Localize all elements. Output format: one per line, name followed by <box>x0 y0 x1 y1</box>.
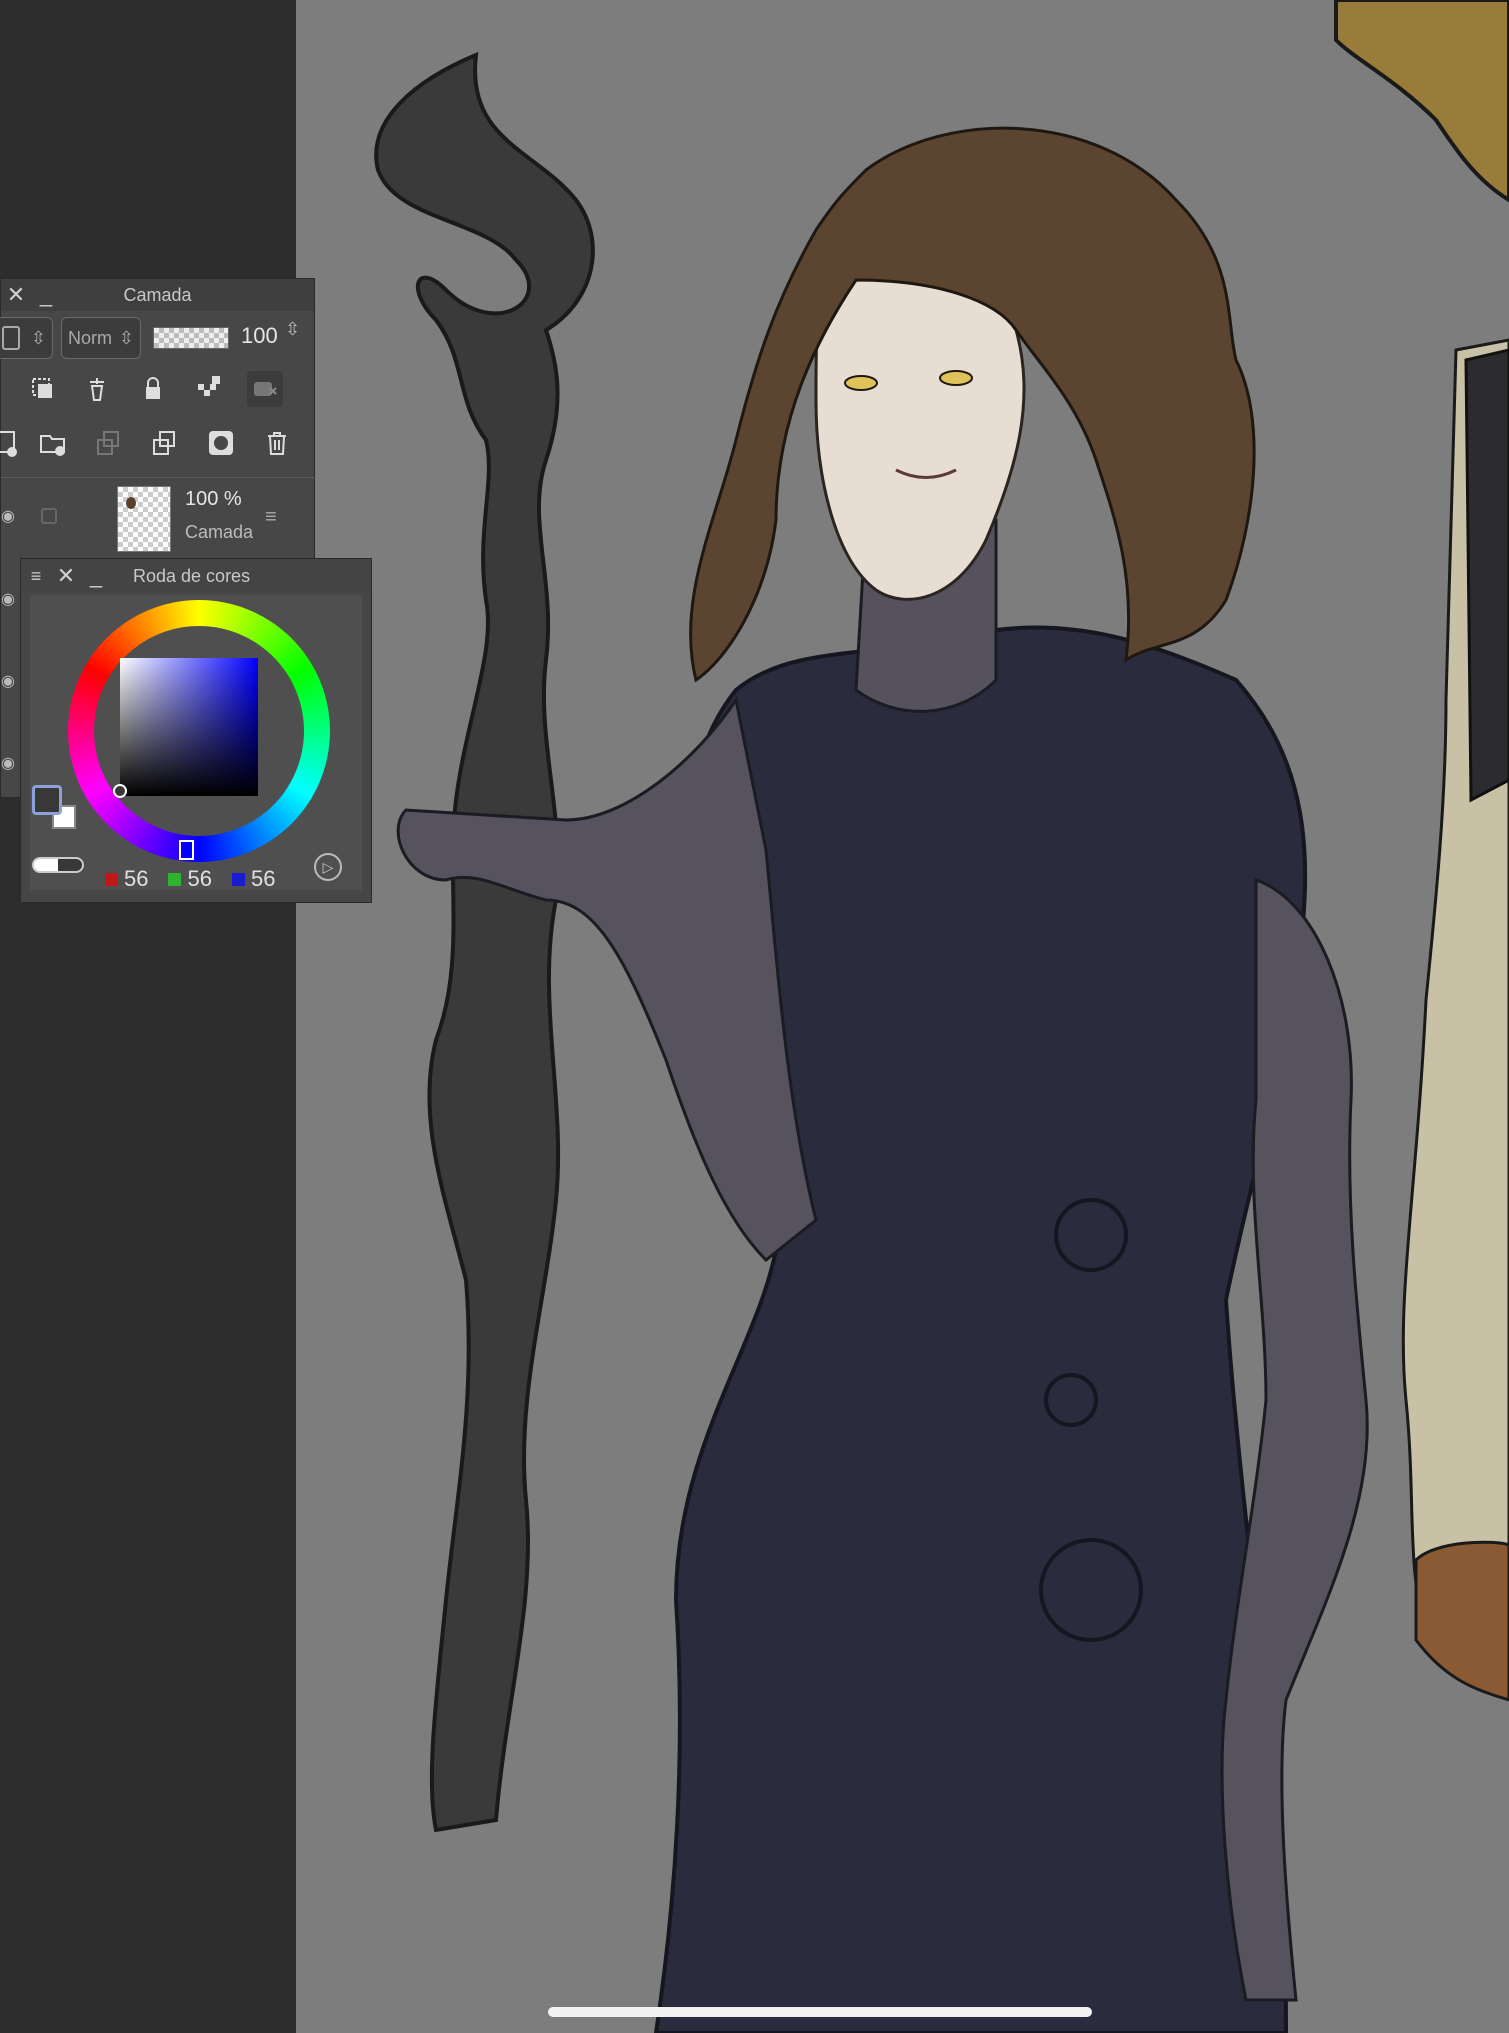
artwork <box>374 0 1509 2033</box>
drawing-canvas[interactable] <box>296 0 1509 2033</box>
merge-down-icon[interactable] <box>91 425 127 461</box>
layer-list-item[interactable]: ◉ 100 % Camada ≡ <box>1 477 316 558</box>
home-indicator[interactable] <box>548 2007 1092 2017</box>
layer-menu-icon[interactable]: ≡ <box>265 506 277 529</box>
play-arrow-icon[interactable]: ▷ <box>314 853 342 881</box>
new-layer-icon[interactable] <box>0 425 23 461</box>
stepper-arrows-icon[interactable]: ⇳ <box>119 328 134 349</box>
color-wheel-panel: ≡ ✕ _ Roda de cores 56 56 56 ▷ <box>20 558 372 903</box>
main-color-swatch[interactable] <box>32 785 62 815</box>
blend-mode-select[interactable]: Norm ⇳ <box>61 317 141 359</box>
mask-icon[interactable] <box>247 371 283 407</box>
visibility-eye-icon[interactable]: ◉ <box>1 671 17 691</box>
delete-layer-icon[interactable] <box>259 425 295 461</box>
opacity-stepper-icon[interactable]: ⇳ <box>285 319 300 340</box>
opacity-slider[interactable] <box>153 327 229 349</box>
layer-name: Camada <box>185 522 254 542</box>
duplicate-layer-icon[interactable] <box>147 425 183 461</box>
blend-mode-value: Norm <box>68 327 112 348</box>
color-panel-title: Roda de cores <box>133 565 251 586</box>
visibility-eye-icon[interactable]: ◉ <box>1 753 17 773</box>
minimize-icon[interactable]: _ <box>81 563 111 589</box>
reference-layer-icon[interactable] <box>79 371 115 407</box>
visibility-eye-icon[interactable]: ◉ <box>1 589 17 609</box>
hue-marker[interactable] <box>179 840 194 860</box>
drag-handle-icon[interactable]: ≡ <box>21 566 51 587</box>
new-folder-icon[interactable] <box>35 425 71 461</box>
opacity-value: 100 <box>241 323 278 348</box>
saturation-value-square[interactable] <box>120 658 258 796</box>
blue-chip <box>231 872 245 886</box>
lock-icon[interactable] <box>135 371 171 407</box>
layer-thumbnail <box>117 486 171 552</box>
visibility-eye-icon[interactable]: ◉ <box>1 506 17 526</box>
red-value[interactable]: 56 <box>124 866 148 892</box>
transparent-color-toggle[interactable] <box>32 857 84 873</box>
saturation-value-marker[interactable] <box>113 784 127 798</box>
gold-object <box>1334 0 1509 203</box>
add-mask-icon[interactable] <box>203 425 239 461</box>
layer-opacity: 100 % <box>185 488 242 510</box>
close-icon[interactable]: ✕ <box>51 563 81 589</box>
green-chip <box>168 872 182 886</box>
staff <box>374 51 595 1833</box>
red-chip <box>105 872 118 886</box>
layer-panel-titlebar: ✕ _ Camada <box>1 279 314 311</box>
color-wheel-area: 56 56 56 ▷ <box>30 595 362 892</box>
layer-type-stepper[interactable]: ⇳ <box>0 317 53 359</box>
layer-checkbox[interactable] <box>41 508 57 524</box>
close-icon[interactable]: ✕ <box>1 282 31 308</box>
clip-layer-icon[interactable] <box>25 371 61 407</box>
minimize-icon[interactable]: _ <box>31 282 61 308</box>
color-panel-titlebar: ≡ ✕ _ Roda de cores <box>21 559 371 593</box>
lock-transparency-icon[interactable] <box>191 371 227 407</box>
rgb-values: 56 56 56 <box>105 866 289 892</box>
green-value[interactable]: 56 <box>187 866 211 892</box>
blue-value[interactable]: 56 <box>251 866 275 892</box>
stepper-arrows-icon[interactable]: ⇳ <box>31 328 46 349</box>
